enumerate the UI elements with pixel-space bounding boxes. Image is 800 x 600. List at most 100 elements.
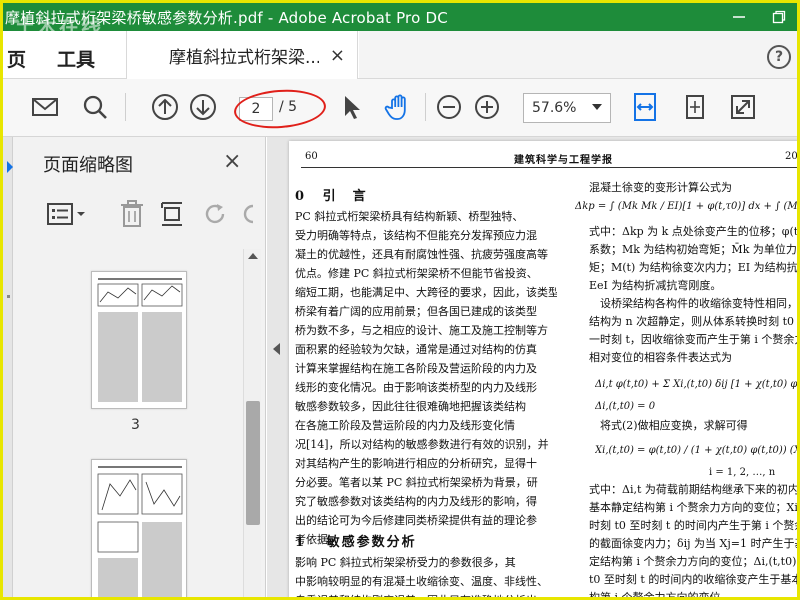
text-line: 况[14]，所以对结构的敏感参数进行有效的识别，并 (295, 438, 549, 451)
next-page-button[interactable] (187, 91, 219, 123)
arrow-down-circle-icon (190, 94, 216, 120)
search-icon (83, 95, 107, 119)
thumbnail-page-preview-icon (97, 278, 183, 402)
right-text-line: 构第 i 个赘余力方向的变位。 (589, 591, 732, 600)
envelope-icon (32, 98, 58, 116)
trash-icon (121, 200, 143, 227)
toolbar-separator (425, 93, 426, 121)
text-line: 敏感参数较多，因此往往很难确地把握该类结构 (295, 400, 526, 413)
collapse-panel-icon[interactable] (273, 343, 280, 355)
text-line: 面积累的经验较为欠缺，通常是通过对结构的仿真 (295, 343, 537, 356)
equation-3: Xi,(t,t0) = φ(t,t0) / (1 + χ(t,t0) φ(t,t… (595, 445, 797, 456)
page-thumbnail-3[interactable] (91, 271, 187, 409)
text-line: 影响 PC 斜拉式桁架梁桥受力的参数很多，其 (295, 556, 516, 569)
window-title: 摩植斜拉式桁架梁桥敏感参数分析.pdf - Adobe Acrobat Pro … (5, 8, 448, 27)
right-text-line: 混凝土徐变的变形计算公式为 (589, 181, 732, 194)
rotate-ccw-icon (205, 204, 225, 224)
fit-width-icon (634, 93, 656, 121)
plus-circle-icon (475, 95, 499, 119)
text-line: 出的结论可为今后修建同类桥梁提供有益的理论参 (295, 514, 537, 527)
right-text-line: 结构为 n 次超静定，则从体系转换时刻 t0 至以 (589, 315, 797, 328)
text-line: 桥梁有着广阔的应用前景；但各国已建成的该类型 (295, 305, 537, 318)
zoom-value: 57.6% (532, 100, 577, 116)
thumbnail-options-button[interactable] (47, 199, 87, 229)
close-tab-button[interactable]: × (330, 45, 345, 66)
minus-circle-icon (437, 95, 461, 119)
arrow-up-circle-icon (152, 94, 178, 120)
fit-page-button[interactable] (629, 91, 661, 123)
rotate-page-button[interactable] (679, 91, 711, 123)
zoom-in-button[interactable] (471, 91, 503, 123)
hand-icon (384, 94, 406, 120)
help-button[interactable]: ? (767, 45, 791, 69)
section-1-heading: 1 敏感参数分析 (295, 531, 417, 550)
select-tool-button[interactable] (335, 91, 367, 123)
menu-home[interactable]: 页 (7, 45, 26, 72)
thumbnail-scrollbar[interactable] (243, 249, 261, 597)
text-line: 自重误差和结构刚度误差，因此只有准确地分析出 (295, 591, 557, 597)
delete-page-button[interactable] (119, 199, 145, 229)
equation-2a: Δi,t φ(t,t0) + Σ Xi,(t,t0) δij [1 + χ(t,… (595, 379, 797, 390)
document-tab-name: 摩植斜拉式桁架梁... (169, 47, 319, 68)
active-panel-indicator-icon (7, 161, 13, 173)
rotate-ccw-button[interactable] (201, 199, 229, 229)
right-text-line: 系数；Mk 为结构初始弯矩；M̄k 为单位力产生 (589, 243, 797, 256)
right-text-line: 式中：Δkp 为 k 点处徐变产生的位移；φ(t,τ0) 为 (589, 225, 797, 238)
text-line: 缩短工期，也能满足中、大跨径的要求，因此，该类型 (295, 286, 557, 299)
section-1-paragraph: 影响 PC 斜拉式桁架梁桥受力的参数很多，其 中影响较明显的有混凝土收缩徐变、温度… (295, 553, 557, 597)
intro-paragraph: PC 斜拉式桁架梁桥具有结构新颖、桥型独特、 受力明确等特点，该结构不但能充分发挥… (295, 207, 557, 549)
insert-page-button[interactable] (159, 199, 185, 229)
page-insert-icon (161, 202, 182, 226)
zoom-select[interactable]: 57.6% (523, 93, 611, 123)
right-text-line: 的截面徐变内力；δij 为当 Xj=1 时产生于基 (589, 537, 797, 550)
zoom-out-button[interactable] (433, 91, 465, 123)
section-0-heading: 0 引 言 (295, 185, 368, 204)
search-button[interactable] (79, 91, 111, 123)
equation-2b: Δi,(t,t0) = 0 (595, 401, 656, 412)
page-thumbnail-4[interactable] (91, 459, 187, 597)
page-number-left: 60 (305, 151, 318, 162)
text-line: 究了敏感参数对该类结构的内力及线形的影响，得 (295, 495, 537, 508)
scroll-up-icon[interactable] (248, 253, 258, 259)
cursor-arrow-icon (345, 96, 360, 119)
rotate-cw-button[interactable] (239, 199, 259, 229)
panel-title: 页面缩略图 (43, 155, 133, 176)
menu-tools[interactable]: 工具 (57, 45, 95, 72)
text-line: 对其结构产生的影响进行相应的分析研究，显得十 (295, 457, 537, 470)
nav-strip (3, 137, 13, 597)
toolbar (3, 79, 797, 137)
right-text-line: 将式(2)做相应变换，求解可得 (589, 419, 748, 432)
text-line: 凝土的优越性，还具有耐腐蚀性强、抗疲劳强度高等 (295, 248, 548, 261)
hand-tool-button[interactable] (383, 91, 415, 123)
document-tab[interactable]: 摩植斜拉式桁架梁... × (126, 31, 358, 79)
close-panel-button[interactable]: × (223, 149, 241, 174)
document-view[interactable]: 60 建筑科学与工程学报 20 0 引 言 PC 斜拉式桁架梁桥具有结构新颖、桥… (267, 137, 797, 600)
text-line: 计算来掌握结构在施工各阶段及营运阶段的内力及 (295, 362, 537, 375)
thumbnail-label: 3 (131, 417, 140, 433)
section-number: 0 (295, 189, 307, 204)
equation-3-index: i = 1, 2, …, n (709, 467, 776, 478)
prev-page-button[interactable] (149, 91, 181, 123)
right-text-line: 相对变位的相容条件表达式为 (589, 351, 732, 364)
rotate-cw-icon (243, 204, 254, 224)
minimize-button[interactable] (719, 3, 759, 31)
pdf-page: 60 建筑科学与工程学报 20 0 引 言 PC 斜拉式桁架梁桥具有结构新颖、桥… (289, 141, 797, 600)
right-text-line: EeI 为结构折减抗弯刚度。 (589, 279, 722, 292)
text-line: 桥为数不多，与之相应的设计、施工及施工控制等方 (295, 324, 548, 337)
list-options-icon (47, 203, 85, 225)
equation-1: Δkp = ∫ (M̄k Mk / EI)[1 + φ(t,τ0)] dx + … (575, 201, 797, 212)
text-line: 分必要。笔者以某 PC 斜拉式桁架梁桥为背景，研 (295, 476, 538, 489)
restore-button[interactable] (759, 3, 797, 31)
right-text-line: 矩；M(t) 为结构徐变次内力；EI 为结构抗弯 (589, 261, 797, 274)
full-screen-button[interactable] (727, 91, 759, 123)
right-text-line: 式中：Δi,t 为荷载前期结构继承下来的初内力 (589, 483, 797, 496)
header-rule (301, 167, 797, 168)
panel-grip-icon (7, 295, 10, 298)
page-rotate-icon (686, 95, 704, 119)
app-window: 摩植斜拉式桁架梁桥敏感参数分析.pdf - Adobe Acrobat Pro … (0, 0, 800, 600)
email-button[interactable] (29, 91, 61, 123)
right-text-line: t0 至时刻 t 的时间内的收缩徐变产生于基本 (589, 573, 797, 586)
scrollbar-thumb[interactable] (246, 401, 260, 525)
restore-icon (772, 10, 786, 24)
expand-icon (731, 95, 755, 119)
